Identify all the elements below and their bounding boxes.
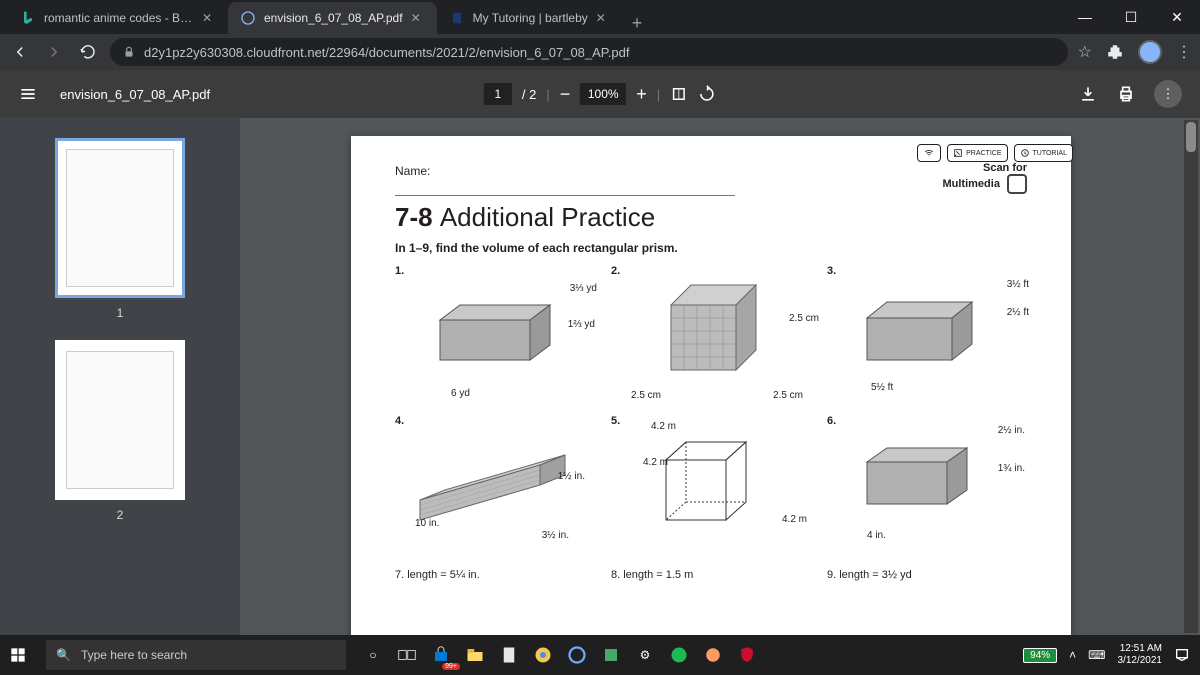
url-text: d2y1pz2y630308.cloudfront.net/22964/docu…: [144, 45, 629, 60]
windows-taskbar: 🔍 Type here to search ○ ⚙ 94% ˄ ⌨ 12:51 …: [0, 635, 1200, 675]
task-view-icon[interactable]: [394, 642, 420, 668]
page-current-input[interactable]: 1: [484, 83, 512, 105]
browser-nav-bar: d2y1pz2y630308.cloudfront.net/22964/docu…: [0, 34, 1200, 70]
search-icon: 🔍: [56, 648, 71, 662]
keyboard-icon[interactable]: ⌨: [1088, 648, 1105, 662]
thumb-label: 1: [117, 306, 124, 320]
zoom-out-button[interactable]: −: [560, 84, 571, 105]
extensions-icon[interactable]: [1106, 43, 1124, 61]
wifi-badge: [917, 144, 941, 162]
cube-outline-figure: [646, 430, 776, 540]
new-tab-button[interactable]: +: [622, 13, 653, 34]
prism-figure: [852, 440, 1002, 530]
tab-title: romantic anime codes - Bing: [44, 11, 194, 25]
store-icon[interactable]: [428, 642, 454, 668]
prism-figure: [852, 290, 1002, 380]
thumbnail-page-1[interactable]: [55, 138, 185, 298]
close-icon[interactable]: ✕: [202, 11, 216, 25]
taskbar-search[interactable]: 🔍 Type here to search: [46, 640, 346, 670]
name-label: Name:: [395, 164, 430, 178]
browser-tab-1[interactable]: romantic anime codes - Bing ✕: [8, 2, 228, 34]
close-icon[interactable]: ✕: [411, 11, 425, 25]
more-button[interactable]: ⋮: [1154, 80, 1182, 108]
settings-icon[interactable]: ⚙: [632, 642, 658, 668]
problem-2: 2. 2.5 cm: [611, 265, 811, 405]
download-icon[interactable]: [1078, 84, 1098, 104]
thumb-label: 2: [117, 508, 124, 522]
spotify-icon[interactable]: [666, 642, 692, 668]
thumbnail-page-2[interactable]: [55, 340, 185, 500]
window-controls: — ☐ ✕: [1062, 0, 1200, 34]
tray-chevron-icon[interactable]: ˄: [1069, 648, 1076, 662]
instructions: In 1–9, find the volume of each rectangu…: [395, 241, 1027, 255]
tab-title: envision_6_07_08_AP.pdf: [264, 11, 403, 25]
pdf-page-1: PRACTICE TUTORIAL Name: 7-8 Additional P…: [351, 136, 1071, 635]
problem-6: 6. 2½ in. 1¾ in. 4 in.: [827, 415, 1027, 555]
app-icon[interactable]: [598, 642, 624, 668]
maximize-button[interactable]: ☐: [1108, 9, 1154, 26]
prism-figure: [420, 290, 570, 380]
practice-badge: PRACTICE: [947, 144, 1007, 162]
problem-9: 9. length = 3½ yd: [827, 569, 1027, 581]
problems-grid: 1. 3⅓ yd 1⅔ yd 6 yd: [395, 265, 1027, 555]
bartleby-icon: [449, 10, 465, 26]
address-bar[interactable]: d2y1pz2y630308.cloudfront.net/22964/docu…: [110, 38, 1068, 66]
battery-indicator[interactable]: 94%: [1023, 648, 1057, 663]
hamburger-icon[interactable]: [18, 84, 38, 104]
vertical-scrollbar[interactable]: [1184, 120, 1198, 633]
close-icon[interactable]: ✕: [596, 11, 610, 25]
back-button[interactable]: [8, 40, 32, 64]
pdf-viewer: 1 2 PRACTICE TUTORIAL Name: 7-8 Addition…: [0, 118, 1200, 635]
multimedia-icon: [1007, 174, 1027, 194]
file-explorer-icon[interactable]: [462, 642, 488, 668]
notifications-icon[interactable]: [1174, 647, 1190, 663]
problem-8: 8. length = 1.5 m: [611, 569, 811, 581]
tab-title: My Tutoring | bartleby: [473, 11, 588, 25]
minimize-button[interactable]: —: [1062, 9, 1108, 25]
rotate-icon[interactable]: [698, 85, 716, 103]
print-icon[interactable]: [1116, 84, 1136, 104]
browser-tab-strip: romantic anime codes - Bing ✕ envision_6…: [0, 0, 1200, 34]
problem-7: 7. length = 5¼ in.: [395, 569, 595, 581]
problem-3: 3. 3½ ft 2½ ft 5½ ft: [827, 265, 1027, 405]
forward-button[interactable]: [42, 40, 66, 64]
app-icon[interactable]: [496, 642, 522, 668]
menu-icon[interactable]: ⋮: [1176, 42, 1192, 62]
clock[interactable]: 12:51 AM 3/12/2021: [1118, 643, 1163, 667]
zoom-level[interactable]: 100%: [580, 83, 626, 105]
thumbnail-sidebar: 1 2: [0, 118, 240, 635]
cortana-icon[interactable]: ○: [360, 642, 386, 668]
bing-icon: [20, 10, 36, 26]
cube-figure: [646, 270, 776, 400]
problem-1: 1. 3⅓ yd 1⅔ yd 6 yd: [395, 265, 595, 405]
reload-button[interactable]: [76, 40, 100, 64]
zoom-in-button[interactable]: +: [636, 84, 647, 105]
document-scroll-area[interactable]: PRACTICE TUTORIAL Name: 7-8 Additional P…: [240, 118, 1200, 635]
name-blank-line: [395, 182, 735, 196]
problem-4: 4. 1½ in. 3½ in.: [395, 415, 595, 555]
browser-tab-2[interactable]: envision_6_07_08_AP.pdf ✕: [228, 2, 437, 34]
app-icon[interactable]: [700, 642, 726, 668]
scan-for-multimedia: Scan for Multimedia: [942, 162, 1027, 194]
start-button[interactable]: [10, 647, 46, 663]
lock-icon: [122, 45, 136, 59]
pdf-icon: [240, 10, 256, 26]
fit-page-icon[interactable]: [670, 85, 688, 103]
star-icon[interactable]: ☆: [1078, 42, 1092, 62]
mcafee-icon[interactable]: [734, 642, 760, 668]
worksheet-title: 7-8 Additional Practice: [395, 202, 942, 233]
problem-5: 5. 4.2 m 4: [611, 415, 811, 555]
page-total: / 2: [522, 87, 536, 102]
chrome-icon[interactable]: [530, 642, 556, 668]
edge-icon[interactable]: [564, 642, 590, 668]
search-placeholder: Type here to search: [81, 648, 187, 662]
pdf-toolbar: envision_6_07_08_AP.pdf 1 / 2 | − 100% +…: [0, 70, 1200, 118]
browser-tab-3[interactable]: My Tutoring | bartleby ✕: [437, 2, 622, 34]
close-window-button[interactable]: ✕: [1154, 9, 1200, 26]
tutorial-badge: TUTORIAL: [1014, 144, 1074, 162]
profile-avatar[interactable]: [1138, 40, 1162, 64]
